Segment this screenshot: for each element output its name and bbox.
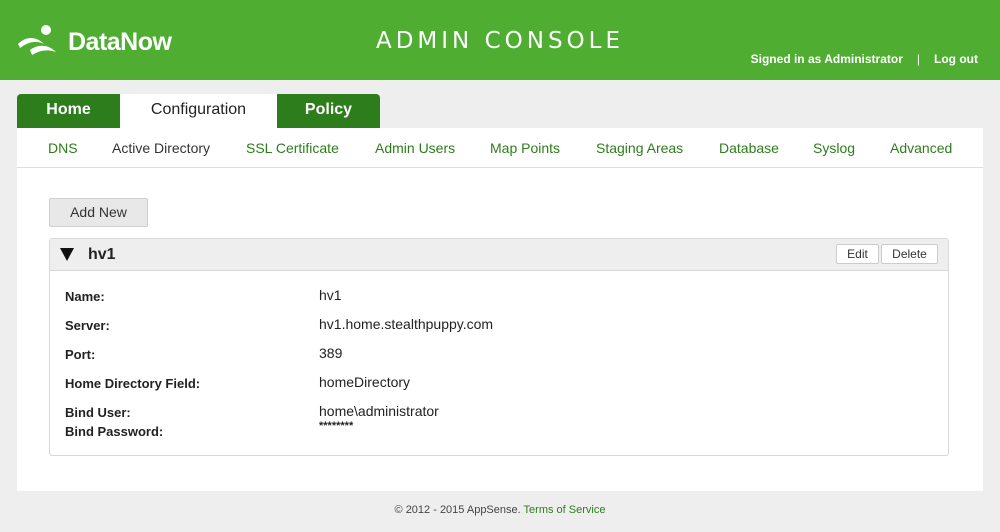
main-tabs: Home Configuration Policy — [17, 94, 380, 128]
tab-configuration[interactable]: Configuration — [120, 94, 277, 128]
subnav-admin-users[interactable]: Admin Users — [375, 140, 455, 156]
field-value-name: hv1 — [319, 287, 342, 303]
tab-home[interactable]: Home — [17, 94, 120, 128]
subnav-database[interactable]: Database — [719, 140, 779, 156]
tab-policy[interactable]: Policy — [277, 94, 380, 128]
logout-link[interactable]: Log out — [934, 52, 978, 66]
copyright-text: © 2012 - 2015 AppSense. — [394, 504, 521, 516]
field-value-port: 389 — [319, 345, 343, 361]
user-area: Signed in as Administrator | Log out — [751, 52, 978, 66]
field-label-bind-password: Bind Password: — [65, 424, 164, 439]
signed-in-label: Signed in as Administrator — [750, 52, 903, 66]
subnav-staging-areas[interactable]: Staging Areas — [596, 140, 683, 156]
subnav-dns[interactable]: DNS — [48, 140, 78, 156]
field-value-server: hv1.home.stealthpuppy.com — [319, 316, 494, 332]
sub-navigation: DNS Active Directory SSL Certificate Adm… — [17, 128, 983, 168]
directory-entry-card: hv1 Edit Delete Name: hv1 Server: hv1.ho… — [49, 238, 949, 456]
card-header: hv1 Edit Delete — [50, 239, 948, 271]
page-footer: © 2012 - 2015 AppSense. Terms of Service — [0, 504, 1000, 516]
field-label-bind-user: Bind User: — [65, 405, 131, 420]
top-header: DataNow ADMIN CONSOLE Signed in as Admin… — [0, 0, 1000, 80]
subnav-ssl-certificate[interactable]: SSL Certificate — [246, 140, 339, 156]
collapse-triangle-icon[interactable] — [60, 248, 74, 261]
field-value-bind-password: ******** — [319, 420, 354, 432]
separator: | — [916, 52, 921, 66]
field-label-port: Port: — [65, 347, 96, 362]
entry-title: hv1 — [88, 246, 116, 263]
field-value-bind-user: home\administrator — [319, 403, 439, 419]
field-label-home-directory: Home Directory Field: — [65, 376, 201, 391]
page-title: ADMIN CONSOLE — [375, 28, 624, 54]
add-new-button[interactable]: Add New — [49, 198, 148, 227]
field-value-home-directory: homeDirectory — [319, 374, 411, 390]
field-label-name: Name: — [65, 289, 105, 304]
subnav-syslog[interactable]: Syslog — [813, 140, 855, 156]
subnav-active-directory[interactable]: Active Directory — [112, 140, 210, 156]
terms-link[interactable]: Terms of Service — [524, 504, 606, 516]
field-label-server: Server: — [65, 318, 110, 333]
subnav-advanced[interactable]: Advanced — [890, 140, 952, 156]
delete-button[interactable]: Delete — [881, 244, 938, 264]
content-panel: DNS Active Directory SSL Certificate Adm… — [17, 128, 983, 491]
subnav-map-points[interactable]: Map Points — [490, 140, 560, 156]
edit-button[interactable]: Edit — [836, 244, 879, 264]
